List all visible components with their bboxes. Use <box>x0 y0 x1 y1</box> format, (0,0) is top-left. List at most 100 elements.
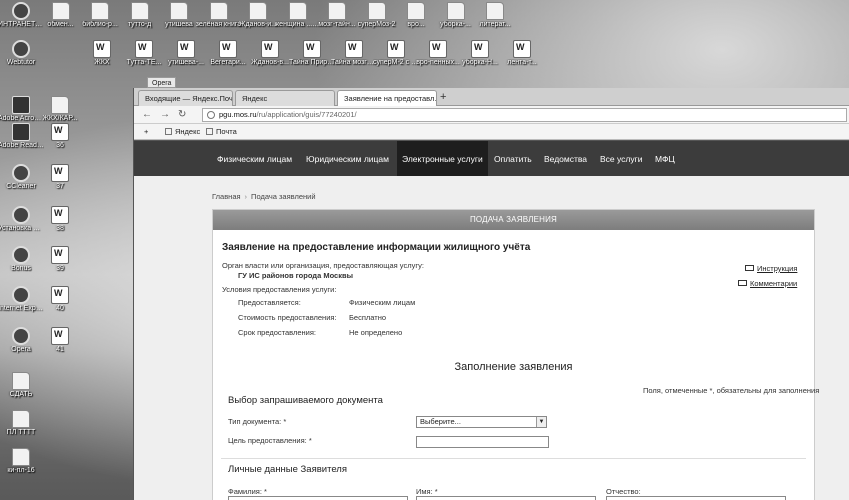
desktop-icon-label: Webtutor <box>6 59 36 66</box>
add-bookmark-icon[interactable]: + <box>144 124 148 139</box>
desktop-icon[interactable]: Тутта-ТЕ... <box>121 40 167 67</box>
app-icon <box>12 96 30 114</box>
document-icon <box>51 123 69 141</box>
desktop-icon[interactable]: литерат... <box>472 2 518 29</box>
back-arrow-icon[interactable]: ← <box>142 108 152 122</box>
desktop-icon[interactable]: Тайна Природы <box>289 40 335 67</box>
document-icon <box>51 206 69 224</box>
bookmark-yandex[interactable]: Яндекс <box>165 124 200 139</box>
desktop-icon[interactable]: ЖКХ <box>79 40 125 67</box>
app-icon <box>12 286 30 304</box>
desktop-icon-label: 39 <box>56 265 64 272</box>
desktop-icon-label: 38 <box>56 225 64 232</box>
purpose-field[interactable] <box>416 436 549 448</box>
desktop-icon[interactable]: 38 <box>37 206 83 233</box>
comments-link[interactable]: Комментарии <box>738 279 797 288</box>
desktop-icon-label: 36 <box>56 142 64 149</box>
nav-pay[interactable]: Оплатить <box>494 141 532 177</box>
desktop-icon[interactable]: 37 <box>37 164 83 191</box>
opera-taskbar-label[interactable]: Opera <box>147 77 177 88</box>
desktop-icon[interactable]: Тайна мозга-в... <box>331 40 377 67</box>
desktop-icon[interactable]: суперМ-2 с ДОБОЕМ <box>373 40 419 67</box>
tab-strip: Входящие — Яндекс.Почта Яндекс Заявление… <box>134 88 849 106</box>
nav-agencies[interactable]: Ведомства <box>544 141 587 177</box>
tab-label: Яндекс <box>242 94 268 103</box>
nav-all-services[interactable]: Все услуги <box>600 141 642 177</box>
document-icon <box>261 40 279 58</box>
document-icon <box>51 327 69 345</box>
browser-window: Входящие — Яндекс.Почта Яндекс Заявление… <box>133 88 849 500</box>
app-icon <box>12 246 30 264</box>
app-icon <box>12 206 30 224</box>
chevron-down-icon: ▼ <box>536 417 546 427</box>
desktop-icon[interactable]: 39 <box>37 246 83 273</box>
condition-key: Предоставляется: <box>238 298 301 307</box>
desktop-icon[interactable]: ки-пл-16 <box>0 448 44 475</box>
bookmarks-bar: + Яндекс Почта <box>134 124 849 140</box>
folder-icon <box>407 2 425 20</box>
desktop-icon[interactable]: вро-пенных... <box>415 40 461 67</box>
book-icon <box>738 280 747 286</box>
surname-field[interactable] <box>228 496 408 500</box>
desktop-icon-label: уборка-Н... <box>462 59 498 66</box>
folder-icon <box>12 410 30 428</box>
url-path: /ru/application/guis/77240201/ <box>256 110 357 119</box>
desktop-icon[interactable]: 40 <box>37 286 83 313</box>
tab-label: Входящие — Яндекс.Почта <box>145 94 233 103</box>
address-bar[interactable]: pgu.mos.ru/ru/application/guis/77240201/ <box>202 108 847 122</box>
tab-label: Заявление на предоставл... <box>344 94 437 103</box>
bookmark-mail[interactable]: Почта <box>206 124 237 139</box>
breadcrumb-current: Подача заявлений <box>251 192 316 201</box>
mail-icon <box>206 128 213 135</box>
desktop-icon[interactable]: ПЛ ТТТТ <box>0 410 44 437</box>
section-divider <box>221 458 806 459</box>
instruction-link[interactable]: Инструкция <box>745 264 797 273</box>
new-tab-button[interactable]: + <box>440 91 446 104</box>
document-icon <box>429 40 447 58</box>
desktop-icon[interactable]: ЖКХ/КАР... <box>37 96 83 123</box>
desktop-icon-label: лента-т... <box>507 59 537 66</box>
desktop-icon-label: ки-пл-16 <box>7 467 35 474</box>
folder-icon <box>130 2 149 20</box>
desktop-icon-label: утишева-... <box>168 59 204 66</box>
desktop-icon[interactable]: утишева-... <box>163 40 209 67</box>
breadcrumb: Главная › Подача заявлений <box>212 192 316 201</box>
nav-individuals[interactable]: Физическим лицам <box>217 141 292 177</box>
patronymic-field[interactable] <box>606 496 786 500</box>
page-title: Заявление на предоставление информации ж… <box>222 242 531 253</box>
forward-arrow-icon[interactable]: → <box>160 108 170 122</box>
desktop-icon-label: Тайна мозга-в... <box>331 59 377 66</box>
condition-key: Стоимость предоставления: <box>238 313 337 322</box>
condition-key: Срок предоставления: <box>238 328 317 337</box>
nav-legal-entities[interactable]: Юридическим лицам <box>306 141 389 177</box>
desktop-icon[interactable]: Вегетари... <box>205 40 251 67</box>
name-field[interactable] <box>416 496 596 500</box>
desktop-icon[interactable]: Жданов-в... <box>247 40 293 67</box>
reload-icon[interactable]: ↻ <box>178 108 186 122</box>
tab-yandex[interactable]: Яндекс <box>235 90 335 106</box>
document-icon <box>177 40 195 58</box>
surname-label: Фамилия: * <box>228 487 267 496</box>
desktop-icon[interactable]: Webtutor <box>0 40 44 67</box>
required-note: Поля, отмеченные *, обязательны для запо… <box>643 386 820 395</box>
tab-application[interactable]: Заявление на предоставл... <box>337 90 437 106</box>
doc-type-select[interactable]: Выберите... ▼ <box>416 416 547 428</box>
desktop-icon-label: ЖКХ/КАР... <box>42 115 78 122</box>
desktop-icon[interactable]: лента-т... <box>499 40 545 67</box>
desktop-icon[interactable]: 41 <box>37 327 83 354</box>
conditions-label: Условия предоставления услуги: <box>222 285 337 294</box>
nav-e-services[interactable]: Электронные услуги <box>397 141 488 177</box>
desktop-icon-label: вро-пенных... <box>416 59 460 66</box>
site-info-icon[interactable] <box>207 111 215 119</box>
breadcrumb-home[interactable]: Главная <box>212 192 241 201</box>
desktop-icon-label: Вегетари... <box>210 59 246 66</box>
app-icon <box>12 40 30 58</box>
folder-icon <box>367 2 386 20</box>
tab-mail[interactable]: Входящие — Яндекс.Почта <box>138 90 233 106</box>
folder-icon <box>486 2 504 20</box>
desktop-icon-label: ПЛ ТТТТ <box>6 429 36 436</box>
desktop-icon[interactable]: СДАТЬ <box>0 372 44 399</box>
desktop-icon[interactable]: 36 <box>37 123 83 150</box>
nav-mfc[interactable]: МФЦ <box>655 141 675 177</box>
desktop-icon[interactable]: уборка-Н... <box>457 40 503 67</box>
